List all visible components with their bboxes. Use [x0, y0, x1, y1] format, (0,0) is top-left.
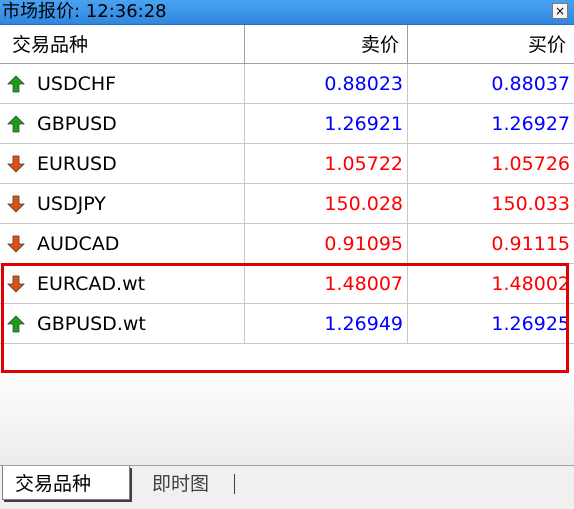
- symbol-cell: AUDCAD: [0, 224, 245, 263]
- arrow-down-icon: [7, 195, 25, 213]
- symbol-label: EURCAD.wt: [37, 273, 146, 295]
- tab-symbols[interactable]: 交易品种: [2, 466, 130, 500]
- close-button[interactable]: ×: [552, 3, 568, 19]
- symbol-label: USDJPY: [37, 193, 106, 215]
- table-row[interactable]: GBPUSD.wt 1.26949 1.26925: [0, 304, 574, 344]
- empty-list-area: [0, 365, 574, 465]
- symbol-label: USDCHF: [37, 73, 117, 95]
- ask-price: 1.26927: [491, 113, 570, 135]
- symbol-cell: USDJPY: [0, 184, 245, 223]
- close-icon: ×: [554, 4, 566, 18]
- arrow-down-icon: [7, 275, 25, 293]
- table-row[interactable]: USDJPY 150.028 150.033: [0, 184, 574, 224]
- bid-price: 1.26921: [245, 104, 408, 143]
- ask-price: 1.26925: [491, 313, 570, 335]
- ask-price: 150.033: [491, 193, 570, 215]
- arrow-up-icon: [7, 115, 25, 133]
- ask-price: 0.91115: [491, 233, 570, 255]
- table-row[interactable]: AUDCAD 0.91095 0.91115: [0, 224, 574, 264]
- ask-price: 0.88037: [491, 73, 570, 95]
- tab-bar: 交易品种 即时图: [0, 465, 574, 509]
- symbol-cell: GBPUSD: [0, 104, 245, 143]
- ask-price: 1.05726: [491, 153, 570, 175]
- tab-tick-chart[interactable]: 即时图: [140, 466, 221, 500]
- symbol-label: GBPUSD: [37, 113, 117, 135]
- table-header: 交易品种 卖价 买价: [0, 25, 574, 64]
- table-row[interactable]: GBPUSD 1.26921 1.26927: [0, 104, 574, 144]
- bid-price: 0.88023: [245, 64, 408, 103]
- title-bar: 市场报价: 12:36:28 ×: [0, 0, 574, 25]
- bid-price: 0.91095: [245, 224, 408, 263]
- symbol-label: GBPUSD.wt: [37, 313, 146, 335]
- column-header-ask[interactable]: 买价: [408, 25, 574, 63]
- bid-price: 1.48007: [245, 264, 408, 303]
- market-watch-table: 交易品种 卖价 买价 USDCHF 0.88023 0.88037 GBPUSD 1.2…: [0, 25, 574, 365]
- arrow-down-icon: [7, 155, 25, 173]
- arrow-up-icon: [7, 315, 25, 333]
- column-header-bid[interactable]: 卖价: [245, 25, 408, 63]
- bid-price: 150.028: [245, 184, 408, 223]
- tab-separator: [234, 474, 235, 494]
- symbol-cell: EURCAD.wt: [0, 264, 245, 303]
- table-row[interactable]: EURCAD.wt 1.48007 1.48002: [0, 264, 574, 304]
- arrow-down-icon: [7, 235, 25, 253]
- symbol-label: EURUSD: [37, 153, 117, 175]
- ask-price: 1.48002: [491, 273, 570, 295]
- symbol-label: AUDCAD: [37, 233, 120, 255]
- column-header-symbol[interactable]: 交易品种: [0, 25, 245, 63]
- symbol-cell: GBPUSD.wt: [0, 304, 245, 343]
- window-title: 市场报价: 12:36:28: [2, 1, 167, 22]
- table-row[interactable]: EURUSD 1.05722 1.05726: [0, 144, 574, 184]
- symbol-cell: EURUSD: [0, 144, 245, 183]
- bid-price: 1.26949: [245, 304, 408, 343]
- bid-price: 1.05722: [245, 144, 408, 183]
- symbol-cell: USDCHF: [0, 64, 245, 103]
- arrow-up-icon: [7, 75, 25, 93]
- table-row[interactable]: USDCHF 0.88023 0.88037: [0, 64, 574, 104]
